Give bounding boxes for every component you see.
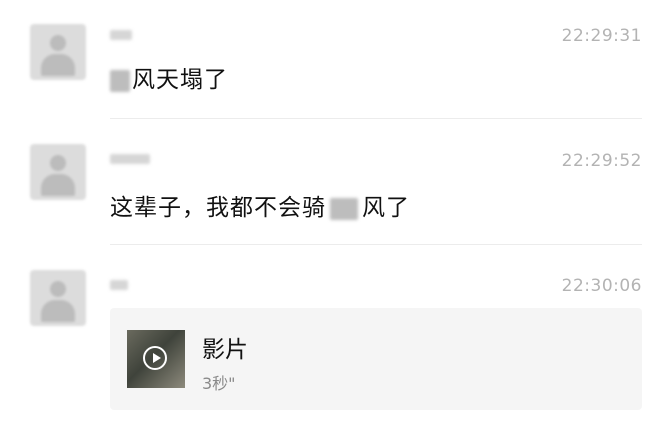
message-text-part: 风了 — [362, 195, 410, 221]
video-duration: 3秒" — [202, 374, 236, 393]
message-timestamp: 22:29:31 — [561, 26, 642, 46]
video-message-card[interactable]: 影片 3秒" — [110, 308, 642, 410]
avatar-body-shape — [41, 54, 75, 76]
chat-history: 22:29:31 风天塌了 22:29:52 这辈子，我都不会骑 风了 22:30… — [0, 0, 660, 432]
sender-name-redacted — [110, 30, 132, 40]
message-timestamp: 22:29:52 — [561, 151, 642, 171]
avatar-head-shape — [50, 35, 66, 51]
video-thumbnail[interactable] — [127, 330, 185, 388]
sender-name-redacted — [110, 154, 150, 164]
avatar-body-shape — [41, 174, 75, 196]
video-title: 影片 — [202, 337, 248, 363]
avatar-head-shape — [50, 281, 66, 297]
play-icon[interactable] — [143, 346, 167, 370]
message-text-part: 这辈子，我都不会骑 — [110, 195, 326, 221]
avatar[interactable] — [30, 144, 86, 200]
message-item[interactable]: 22:29:52 这辈子，我都不会骑 风了 — [0, 120, 660, 246]
avatar-body-shape — [41, 300, 75, 322]
avatar[interactable] — [30, 270, 86, 326]
message-item[interactable]: 22:29:31 风天塌了 — [0, 0, 660, 120]
message-text: 这辈子，我都不会骑 风了 — [110, 188, 410, 222]
avatar-head-shape — [50, 155, 66, 171]
redacted-text — [110, 69, 130, 92]
message-text: 风天塌了 — [110, 60, 228, 94]
message-text-part: 风天塌了 — [132, 67, 228, 93]
message-divider — [110, 118, 642, 119]
redacted-text — [330, 197, 358, 220]
avatar[interactable] — [30, 24, 86, 80]
sender-name-redacted — [110, 280, 128, 290]
message-item[interactable]: 22:30:06 影片 3秒" — [0, 246, 660, 432]
message-divider — [110, 244, 642, 245]
message-timestamp: 22:30:06 — [561, 276, 642, 296]
